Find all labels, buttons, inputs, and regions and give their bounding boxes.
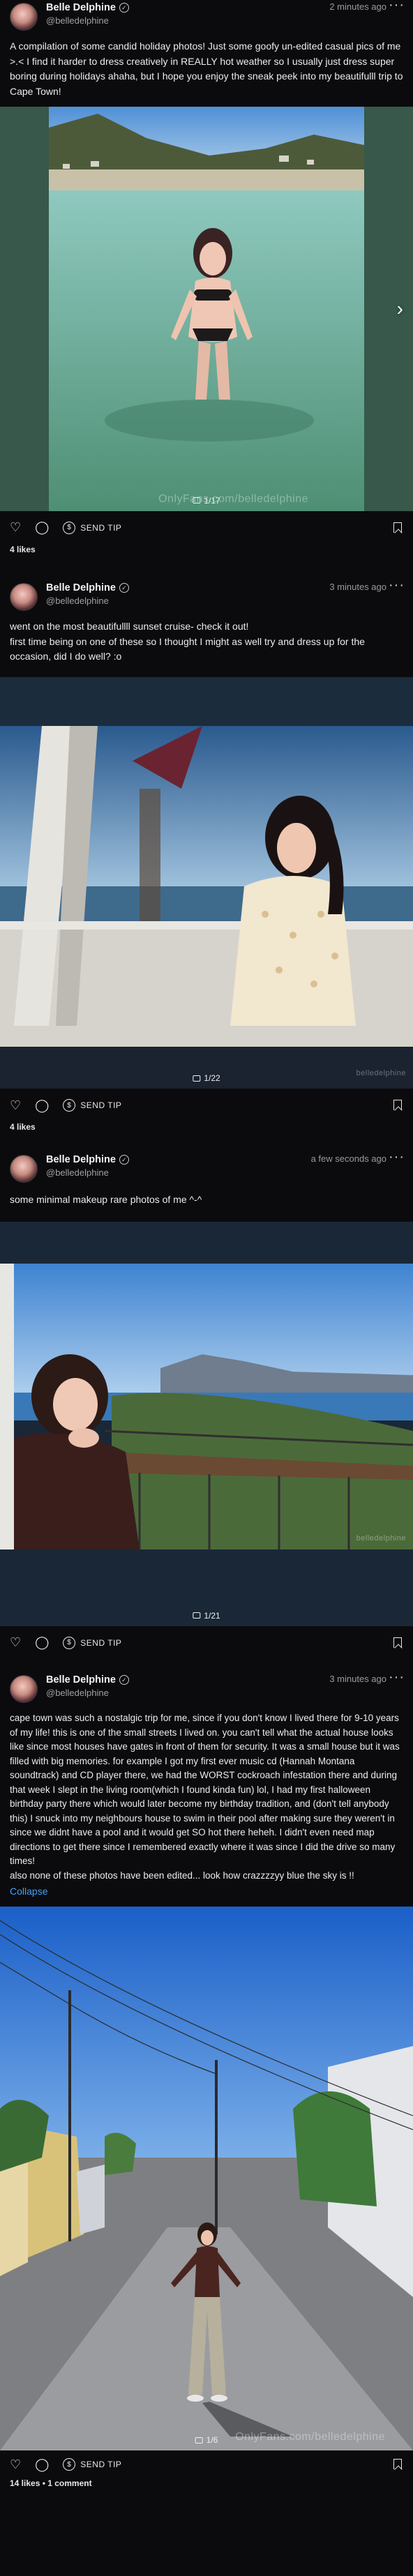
post-text: went on the most beautifullll sunset cru… bbox=[10, 621, 365, 662]
more-horizontal-icon[interactable]: ··· bbox=[389, 1669, 405, 1685]
balcony-photo bbox=[0, 1221, 413, 1626]
post-timestamp[interactable]: 3 minutes ago bbox=[329, 1674, 386, 1684]
comment-icon[interactable]: ◯ bbox=[35, 1635, 49, 1650]
chevron-right-icon[interactable]: › bbox=[397, 298, 403, 320]
handle[interactable]: @belledelphine bbox=[46, 1167, 129, 1178]
avatar[interactable] bbox=[10, 3, 38, 31]
handle[interactable]: @belledelphine bbox=[46, 596, 129, 606]
send-tip-label: SEND TIP bbox=[80, 1637, 122, 1648]
verified-badge-icon: ✓ bbox=[119, 1155, 129, 1165]
author-block: Belle Delphine ✓ @belledelphine bbox=[46, 582, 129, 606]
post-header: Belle Delphine ✓ @belledelphine 2 minute… bbox=[0, 0, 413, 36]
send-tip-button[interactable]: $ SEND TIP bbox=[63, 1636, 122, 1649]
bookmark-icon[interactable] bbox=[393, 522, 402, 533]
more-horizontal-icon[interactable]: ··· bbox=[389, 0, 405, 13]
media-counter: 1/22 bbox=[193, 1073, 220, 1083]
media-counter: 1/21 bbox=[193, 1611, 220, 1621]
comment-icon[interactable]: ◯ bbox=[35, 2457, 49, 2472]
media-counter: 1/17 bbox=[193, 496, 220, 506]
send-tip-label: SEND TIP bbox=[80, 2460, 122, 2470]
post-header: Belle Delphine ✓ @belledelphine 3 minute… bbox=[0, 577, 413, 616]
image-icon bbox=[193, 1612, 201, 1619]
beach-photo bbox=[0, 106, 413, 511]
avatar[interactable] bbox=[10, 583, 38, 611]
likes-count[interactable]: 4 likes bbox=[0, 545, 413, 554]
post: Belle Delphine ✓ @belledelphine 3 minute… bbox=[0, 1669, 413, 2576]
post-timestamp[interactable]: 2 minutes ago bbox=[329, 1, 386, 12]
collapse-link[interactable]: Collapse bbox=[0, 1883, 413, 1897]
comment-icon[interactable]: ◯ bbox=[35, 520, 49, 535]
likes-count[interactable]: 14 likes • 1 comment bbox=[0, 2478, 413, 2488]
dollar-circle-icon: $ bbox=[63, 1636, 76, 1649]
image-icon bbox=[195, 2437, 203, 2444]
display-name[interactable]: Belle Delphine bbox=[46, 1154, 116, 1165]
comment-icon[interactable]: ◯ bbox=[35, 1098, 49, 1113]
send-tip-button[interactable]: $ SEND TIP bbox=[63, 521, 122, 534]
post-media[interactable]: belledelphine 1/22 bbox=[0, 677, 413, 1089]
post: Belle Delphine ✓ @belledelphine a few se… bbox=[0, 1149, 413, 1654]
dollar-circle-icon: $ bbox=[63, 1099, 76, 1112]
media-counter-label: 1/21 bbox=[204, 1610, 220, 1621]
handle[interactable]: @belledelphine bbox=[46, 1688, 129, 1698]
heart-icon[interactable]: ♡ bbox=[10, 520, 21, 535]
cruise-photo bbox=[0, 677, 413, 1089]
bookmark-icon[interactable] bbox=[393, 2459, 402, 2470]
post-actions: ♡ ◯ $ SEND TIP bbox=[0, 1626, 413, 1660]
watermark: OnlyFans.com/belledelphine bbox=[158, 492, 308, 505]
likes-count[interactable]: 4 likes bbox=[0, 1122, 413, 1132]
bookmark-icon[interactable] bbox=[393, 1637, 402, 1648]
send-tip-button[interactable]: $ SEND TIP bbox=[63, 1099, 121, 1112]
dollar-circle-icon: $ bbox=[63, 2458, 76, 2471]
verified-badge-icon: ✓ bbox=[119, 3, 129, 13]
send-tip-label: SEND TIP bbox=[80, 522, 122, 533]
media-counter: 1/6 bbox=[195, 2435, 218, 2445]
more-horizontal-icon[interactable]: ··· bbox=[389, 577, 405, 593]
heart-icon[interactable]: ♡ bbox=[10, 1098, 21, 1113]
verified-badge-icon: ✓ bbox=[119, 583, 129, 593]
image-icon bbox=[193, 1075, 201, 1082]
bookmark-icon[interactable] bbox=[393, 1100, 402, 1111]
image-icon bbox=[193, 497, 201, 504]
post-media[interactable]: › OnlyFans.com/belledelphine 1/17 bbox=[0, 106, 413, 511]
avatar[interactable] bbox=[10, 1155, 38, 1183]
verified-badge-icon: ✓ bbox=[119, 1675, 129, 1685]
post-actions: ♡ ◯ $ SEND TIP bbox=[0, 1089, 413, 1122]
display-name[interactable]: Belle Delphine bbox=[46, 2, 116, 13]
watermark: belledelphine bbox=[356, 1533, 406, 1543]
post-timestamp[interactable]: 3 minutes ago bbox=[329, 582, 386, 592]
media-counter-label: 1/6 bbox=[206, 2435, 218, 2446]
display-name[interactable]: Belle Delphine bbox=[46, 1674, 116, 1685]
post-timestamp[interactable]: a few seconds ago bbox=[311, 1153, 386, 1164]
send-tip-label: SEND TIP bbox=[80, 1100, 122, 1111]
post-actions: ♡ ◯ $ SEND TIP bbox=[0, 2450, 413, 2478]
watermark: OnlyFans.com/belledelphine bbox=[235, 2431, 385, 2444]
post-media[interactable]: OnlyFans.com/belledelphine 1/6 bbox=[0, 1907, 413, 2451]
street-photo bbox=[0, 1907, 413, 2451]
send-tip-button[interactable]: $ SEND TIP bbox=[63, 2458, 121, 2471]
post: Belle Delphine ✓ @belledelphine 2 minute… bbox=[0, 0, 413, 572]
display-name[interactable]: Belle Delphine bbox=[46, 582, 116, 593]
post-text: cape town was such a nostalgic trip for … bbox=[10, 1713, 400, 1881]
post-actions: ♡ ◯ $ SEND TIP bbox=[0, 511, 413, 545]
post-header: Belle Delphine ✓ @belledelphine 3 minute… bbox=[0, 1669, 413, 1709]
handle[interactable]: @belledelphine bbox=[46, 15, 129, 26]
avatar[interactable] bbox=[10, 1675, 38, 1703]
media-counter-label: 1/17 bbox=[204, 495, 220, 506]
post-header: Belle Delphine ✓ @belledelphine a few se… bbox=[0, 1149, 413, 1188]
author-block: Belle Delphine ✓ @belledelphine bbox=[46, 1674, 129, 1698]
heart-icon[interactable]: ♡ bbox=[10, 2457, 21, 2472]
post-text: A compilation of some candid holiday pho… bbox=[10, 40, 403, 98]
watermark: belledelphine bbox=[356, 1069, 406, 1078]
heart-icon[interactable]: ♡ bbox=[10, 1635, 21, 1650]
author-block: Belle Delphine ✓ @belledelphine bbox=[46, 2, 129, 26]
post-text: some minimal makeup rare photos of me ^-… bbox=[10, 1194, 202, 1205]
media-counter-label: 1/22 bbox=[204, 1073, 220, 1084]
dollar-circle-icon: $ bbox=[63, 521, 76, 534]
post: Belle Delphine ✓ @belledelphine 3 minute… bbox=[0, 577, 413, 1152]
post-media[interactable]: belledelphine 1/21 bbox=[0, 1221, 413, 1626]
more-horizontal-icon[interactable]: ··· bbox=[389, 1149, 405, 1165]
author-block: Belle Delphine ✓ @belledelphine bbox=[46, 1154, 129, 1178]
